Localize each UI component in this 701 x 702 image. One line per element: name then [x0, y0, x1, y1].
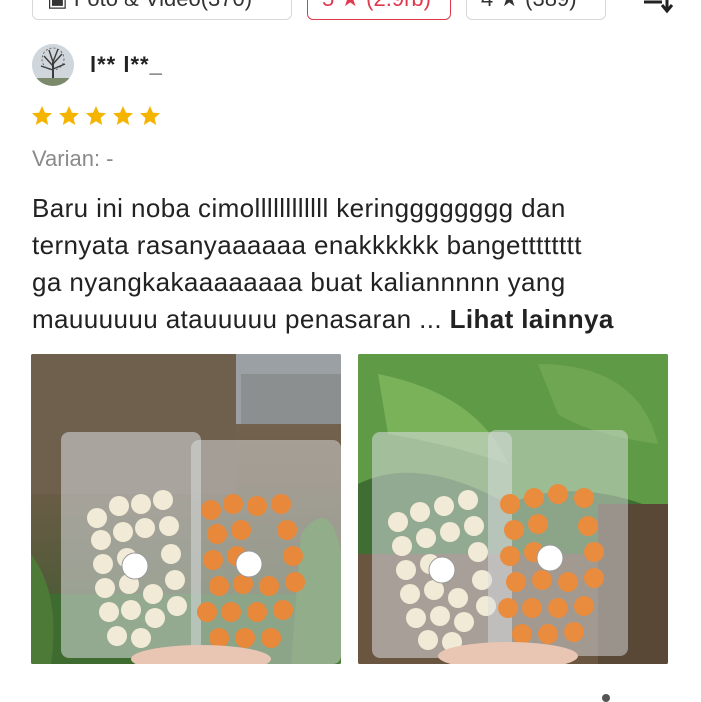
- review-text-line: ternyata rasanyaaaaaa enakkkkkk bangettt…: [32, 230, 582, 260]
- review-photo-2[interactable]: [358, 354, 668, 664]
- review-text-line: ga nyangkakaaaaaaaa buat kaliannnnn yang: [32, 267, 566, 297]
- star-icon: [140, 106, 160, 125]
- sort-icon[interactable]: [640, 0, 676, 16]
- review-photo-1[interactable]: [31, 354, 341, 664]
- reviewer-header: l** l**_: [32, 44, 163, 86]
- star-rating: [30, 104, 162, 128]
- review-text: Baru ini noba cimollllllllllll keringggg…: [32, 190, 677, 338]
- filter-chip-photo-video[interactable]: ▣ Foto & Video(370): [32, 0, 292, 20]
- review-text-line: mauuuuuu atauuuuu penasaran ...: [32, 304, 442, 334]
- variant-label: Varian: -: [32, 146, 114, 171]
- star-icon: [86, 106, 106, 125]
- reviewer-name: l** l**_: [90, 52, 163, 77]
- star-icon: [59, 106, 79, 125]
- review-text-line: Baru ini noba cimollllllllllll keringggg…: [32, 193, 566, 223]
- camera-icon: ▣: [47, 0, 74, 11]
- see-more-link[interactable]: Lihat lainnya: [450, 304, 614, 334]
- star-icon: [113, 106, 133, 125]
- avatar[interactable]: [32, 44, 74, 86]
- star-icon: [32, 106, 52, 125]
- filter-chip-5-star[interactable]: 5 ★ (2.9rb): [307, 0, 451, 20]
- filter-chip-4-star[interactable]: 4 ★ (389): [466, 0, 606, 20]
